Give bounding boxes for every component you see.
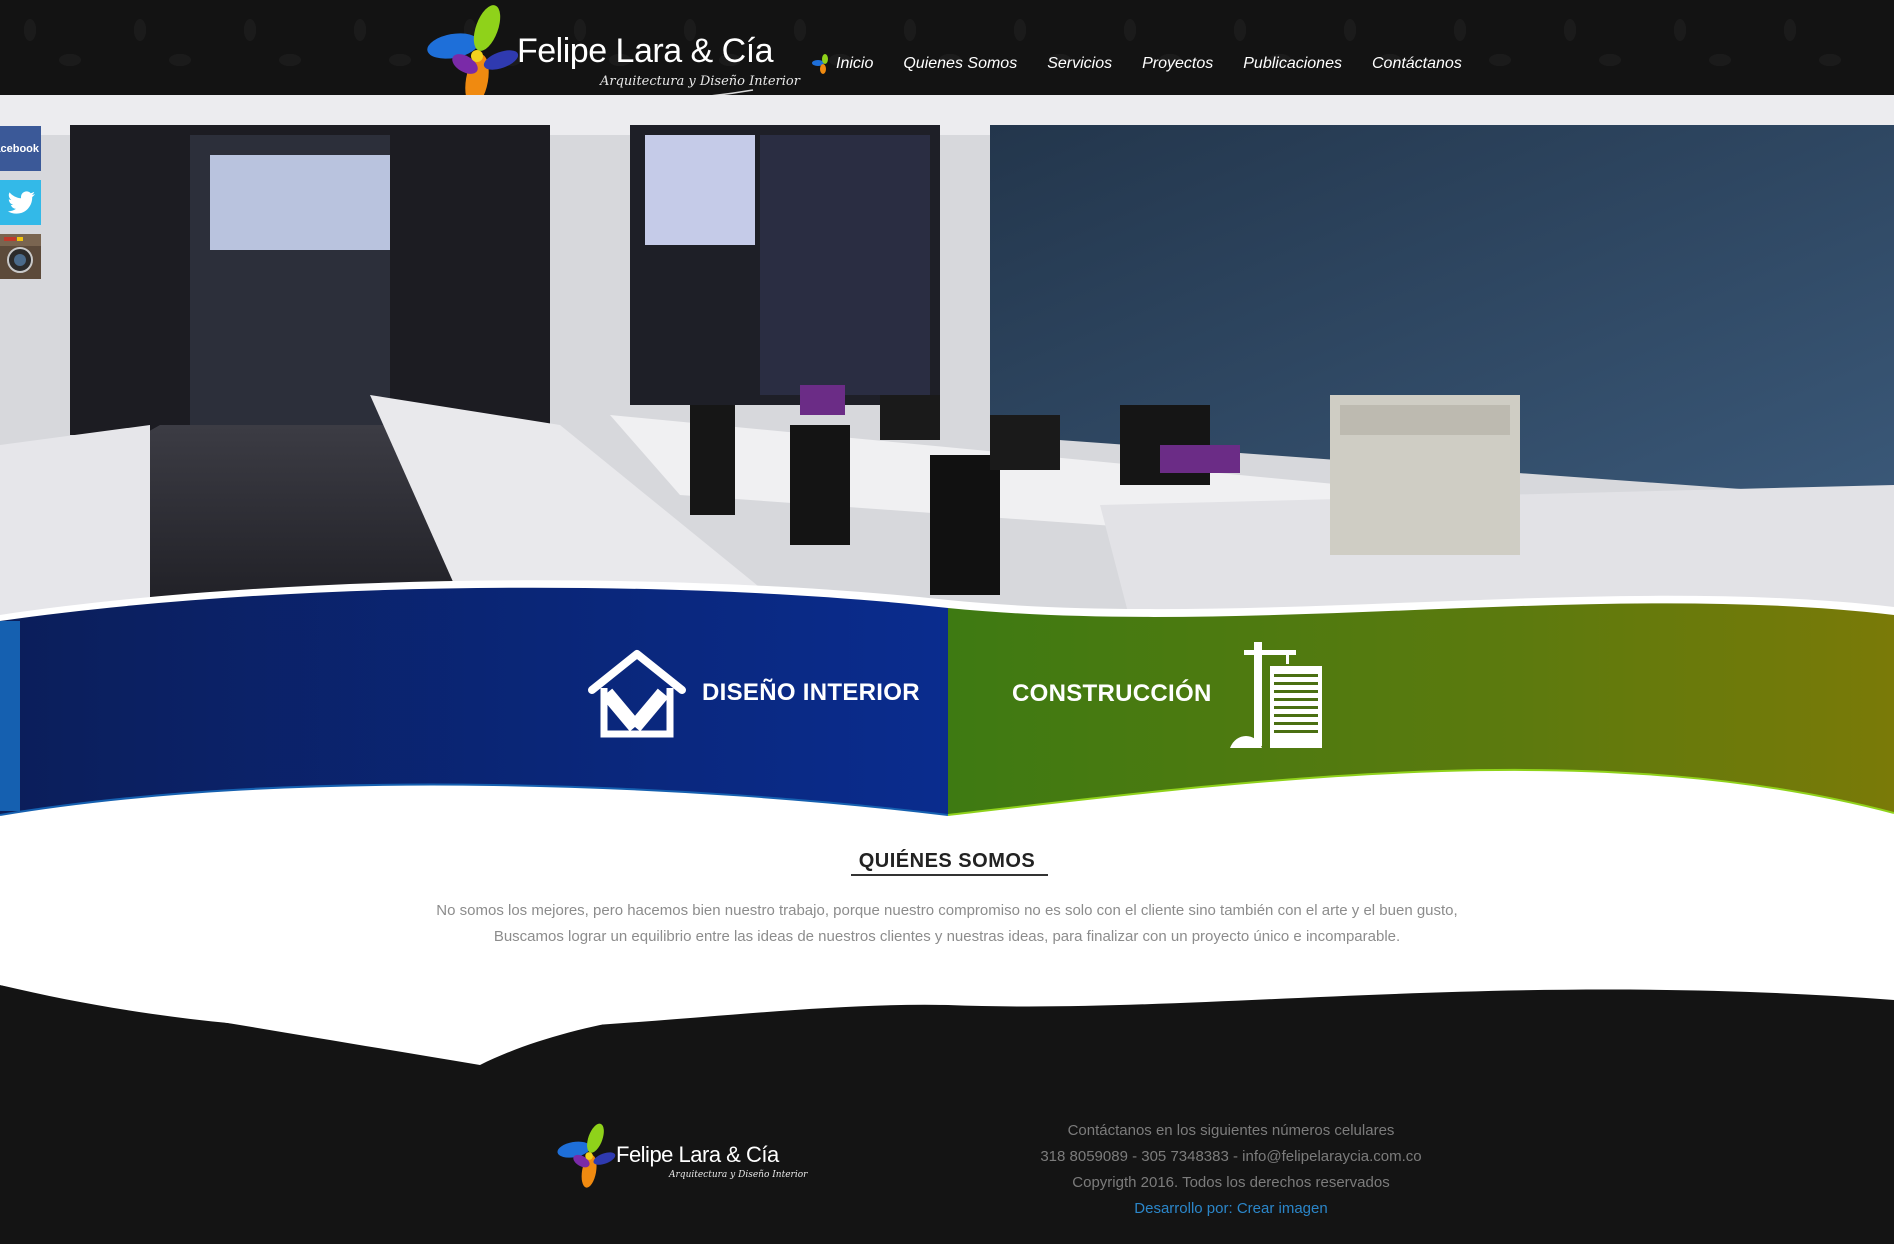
nav-label: Publicaciones	[1243, 55, 1342, 72]
footer-wave-divider	[0, 985, 1894, 1075]
service-interior-label: DISEÑO INTERIOR	[702, 679, 920, 706]
nav-item-contactanos[interactable]: Contáctanos	[1372, 55, 1462, 73]
service-construction[interactable]: CONSTRUCCIÓN	[1012, 636, 1336, 752]
about-line-1: No somos los mejores, pero hacemos bien …	[436, 902, 1458, 919]
footer-logo-title: Felipe Lara & Cía	[616, 1142, 779, 1167]
copyright: Copyrigth 2016. Todos los derechos reser…	[1072, 1174, 1390, 1191]
twitter-icon	[7, 190, 35, 214]
brand-logo[interactable]: Felipe Lara & Cía Arquitectura y Diseño …	[425, 2, 800, 110]
nav-label: Proyectos	[1142, 55, 1214, 72]
service-interior-design[interactable]: DISEÑO INTERIOR	[584, 648, 920, 738]
nav-label: Servicios	[1047, 55, 1113, 72]
footer-contact-info: Contáctanos en los siguientes números ce…	[1010, 1118, 1452, 1222]
nav-label: Inicio	[836, 55, 874, 72]
house-tools-icon	[588, 650, 686, 738]
nav-label: Contáctanos	[1371, 55, 1462, 72]
instagram-icon	[0, 234, 41, 279]
nav-item-servicios[interactable]: Servicios	[1047, 55, 1112, 73]
about-title: QUIÉNES SOMOS	[858, 850, 1036, 872]
nav-label: Quienes Somos	[903, 55, 1018, 72]
about-line-2: Buscamos lograr un equilibrio entre las …	[493, 928, 1401, 945]
title-underline	[851, 874, 1048, 876]
instagram-button[interactable]	[0, 234, 41, 279]
nav-item-proyectos[interactable]: Proyectos	[1142, 55, 1213, 73]
logo-subtitle: Arquitectura y Diseño Interior	[600, 74, 800, 89]
nav-item-publicaciones[interactable]: Publicaciones	[1243, 55, 1342, 73]
service-construction-label: CONSTRUCCIÓN	[1012, 680, 1212, 707]
nav-item-inicio[interactable]: Inicio	[812, 54, 873, 74]
services-band	[0, 580, 1894, 825]
facebook-label: facebook	[0, 142, 39, 155]
footer-logo-subtitle: Arquitectura y Diseño Interior	[669, 1170, 808, 1180]
main-nav: Inicio Quienes Somos Servicios Proyectos…	[812, 54, 1492, 74]
developer-credit-link[interactable]: Desarrollo por: Crear imagen	[1010, 1196, 1452, 1222]
about-section: QUIÉNES SOMOS No somos los mejores, pero…	[0, 820, 1894, 990]
contact-intro: Contáctanos en los siguientes números ce…	[1067, 1122, 1395, 1139]
twitter-button[interactable]	[0, 180, 41, 225]
footer-logo[interactable]: Felipe Lara & Cía Arquitectura y Diseño …	[556, 1118, 807, 1194]
facebook-button[interactable]: facebook	[0, 126, 41, 171]
hero-office-photo	[0, 95, 1894, 620]
crane-building-icon	[1229, 642, 1322, 748]
contact-details: 318 8059089 - 305 7348383 - info@felipel…	[1040, 1148, 1422, 1165]
small-flower-icon	[812, 54, 828, 74]
logo-title: Felipe Lara & Cía	[517, 32, 774, 70]
nav-item-quienes-somos[interactable]: Quienes Somos	[903, 55, 1017, 73]
about-text: No somos los mejores, pero hacemos bien …	[0, 898, 1894, 950]
